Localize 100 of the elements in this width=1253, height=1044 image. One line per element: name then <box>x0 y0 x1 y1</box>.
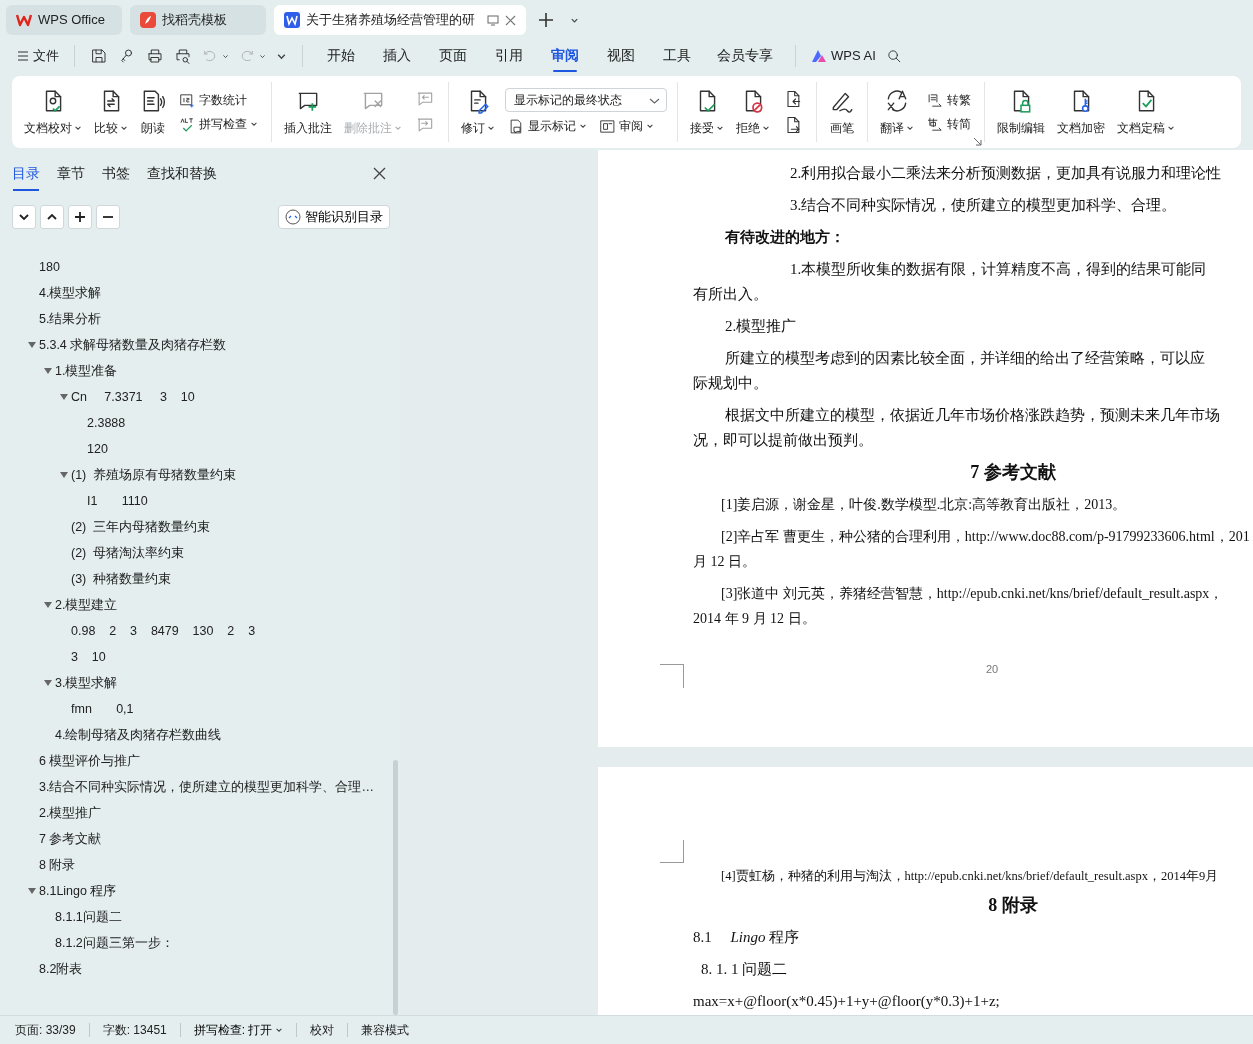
monitor-icon <box>487 14 499 26</box>
ribbon-button[interactable]: 审阅 <box>596 116 657 136</box>
outline-item[interactable]: 2.模型建立 <box>0 592 400 618</box>
outline-item[interactable]: 8.1.2问题三第一步： <box>0 930 400 956</box>
plus-icon <box>73 210 87 224</box>
outline-tool-button[interactable] <box>96 205 120 229</box>
outline-item[interactable]: 4.绘制母猪及肉猪存栏数曲线 <box>0 722 400 748</box>
outline-item[interactable]: 3.结合不同种实际情况，使所建立的模型更加科学、合理… <box>0 774 400 800</box>
ribbon-button[interactable]: 画笔 <box>823 85 861 139</box>
outline-item[interactable]: I1 1110 <box>0 488 400 514</box>
ribbon-button[interactable]: 文档校对 <box>18 85 88 139</box>
panel-tab[interactable]: 章节 <box>57 158 85 188</box>
status-item: 页面: 33/39 <box>14 1022 77 1039</box>
page-number: 20 <box>986 664 999 675</box>
corner-mark <box>660 664 684 688</box>
ribbon-button[interactable]: 插入批注 <box>278 85 338 139</box>
search-icon <box>885 47 903 65</box>
counter-icon <box>179 91 196 109</box>
menu-tab[interactable]: 视图 <box>593 41 649 71</box>
status-item[interactable]: 校对 <box>307 1021 338 1039</box>
dropdown-field[interactable]: 显示标记的最终状态 <box>505 88 667 112</box>
panel-tab[interactable]: 目录 <box>12 158 40 188</box>
subsection-heading: 8.1 Lingo 程序 <box>693 928 801 947</box>
app-icon <box>140 12 156 28</box>
ribbon-button[interactable]: 显示标记 <box>505 116 590 136</box>
outline-item[interactable]: 5.结果分析 <box>0 306 400 332</box>
outline-item[interactable]: fmn 0,1 <box>0 696 400 722</box>
redo-icon <box>239 48 255 64</box>
convert-icon <box>927 91 944 109</box>
plus-icon <box>538 12 554 28</box>
outline-item[interactable]: Cn 7.3371 3 10 <box>0 384 400 410</box>
paragraph: 有待改进的地方： <box>724 228 846 247</box>
menu-tab[interactable]: 页面 <box>425 41 481 71</box>
ribbon-button[interactable]: 字数统计 <box>176 90 250 110</box>
outline-item[interactable]: 2.模型推广 <box>0 800 400 826</box>
outline-item[interactable]: (1) 养殖场原有母猪数量约束 <box>0 462 400 488</box>
smart-toc-button[interactable]: 智能识别目录 <box>278 205 390 229</box>
outline-item[interactable]: 5.3.4 求解母猪数量及肉猪存栏数 <box>0 332 400 358</box>
app-tab[interactable]: 关于生猪养殖场经营管理的研 <box>274 5 526 35</box>
paragraph: 1.本模型所收集的数据有限，计算精度不高，得到的结果可能同 有所出入。 <box>693 260 1208 304</box>
outline-item[interactable]: 180 <box>0 254 400 280</box>
ribbon-button[interactable]: 转简 <box>924 114 974 134</box>
ribbon-button[interactable]: 拒绝 <box>730 85 776 139</box>
outline-tool-button[interactable] <box>68 205 92 229</box>
ribbon-button[interactable]: 修订 <box>455 85 501 139</box>
outline-item[interactable]: (2) 母猪淘汰率约束 <box>0 540 400 566</box>
scrollbar[interactable] <box>393 760 398 1015</box>
outline-item[interactable]: 1.模型准备 <box>0 358 400 384</box>
outline-item[interactable]: 8.1.1问题二 <box>0 904 400 930</box>
outline-item[interactable]: 0.98 2 3 8479 130 2 3 <box>0 618 400 644</box>
outline-item[interactable]: 3.模型求解 <box>0 670 400 696</box>
outline-item[interactable]: (3) 种猪数量约束 <box>0 566 400 592</box>
undo-icon <box>202 48 218 64</box>
status-item[interactable]: 拼写检查: 打开 <box>190 1021 287 1039</box>
ribbon-button[interactable]: 拼写检查 <box>176 114 261 134</box>
reference-entry: [3]张道中 刘元英，养猪经营智慧，http://epub.cnki.net/kns/brief/default_result.aspx， 2014 年 9 月 12 日。 <box>693 585 1225 628</box>
document-app-icon <box>284 12 300 28</box>
outline-item[interactable]: 8.1Lingo 程序 <box>0 878 400 904</box>
ribbon-button[interactable]: 接受 <box>684 85 730 139</box>
panel-icon <box>599 117 616 135</box>
ribbon-button[interactable]: 限制编辑 <box>991 85 1051 139</box>
panel-tab[interactable]: 书签 <box>102 158 130 188</box>
reference-entry: [1]姜启源，谢金星，叶俊.数学模型.北京:高等教育出版社，2013。 <box>720 496 1128 514</box>
outline-item[interactable]: (2) 三年内母猪数量约束 <box>0 514 400 540</box>
outline-tool-button[interactable] <box>12 205 36 229</box>
outline-item[interactable]: 6 模型评价与推广 <box>0 748 400 774</box>
paragraph: 2.模型推广 <box>724 317 798 336</box>
ribbon-button[interactable]: 文档加密 <box>1051 85 1111 139</box>
ai-button[interactable]: WPS AI <box>806 44 881 68</box>
menu-tab[interactable]: 会员专享 <box>705 41 785 71</box>
section-heading: 7 参考文献 <box>969 461 1057 484</box>
menu-tab[interactable]: 引用 <box>481 41 537 71</box>
ribbon-button[interactable]: 朗读 <box>134 85 172 139</box>
status-item[interactable]: 兼容模式 <box>358 1021 413 1039</box>
outline-item[interactable]: 120 <box>0 436 400 462</box>
menu-tab[interactable]: 插入 <box>369 41 425 71</box>
outline-item[interactable]: 4.模型求解 <box>0 280 400 306</box>
ribbon-button[interactable]: 比较 <box>88 85 134 139</box>
app-tab[interactable]: 找稻壳模板 <box>130 5 266 35</box>
menu-tab[interactable]: 开始 <box>313 41 369 71</box>
close-icon <box>373 166 386 180</box>
outline-item[interactable]: 2.3888 <box>0 410 400 436</box>
outline-item[interactable]: 3 10 <box>0 644 400 670</box>
ribbon-button[interactable]: 文档定稿 <box>1111 85 1181 139</box>
panel-tab[interactable]: 查找和替换 <box>147 158 217 188</box>
outline-item[interactable]: 8 附录 <box>0 852 400 878</box>
menu-tab[interactable]: 工具 <box>649 41 705 71</box>
outline-item[interactable]: 8.2附表 <box>0 956 400 982</box>
reference-entry: [2]辛占军 曹更生，种公猪的合理利用，http://www.doc88.com/p-91799233606.html，201 月 12 日。 <box>693 528 1251 571</box>
outline-tool-button[interactable] <box>40 205 64 229</box>
menu-tab[interactable]: 审阅 <box>537 41 593 71</box>
file-menu[interactable]: 文件 <box>12 44 64 68</box>
ribbon-button[interactable]: 转繁 <box>924 90 974 110</box>
app-tab[interactable]: WPS Office <box>6 5 122 35</box>
paragraph: 根据文中所建立的模型，依据近几年市场价格涨跌趋势，预测未来几年市场 况，即可以提前做出预判。 <box>693 406 1221 450</box>
ai-logo-icon <box>811 49 827 63</box>
outline-item[interactable]: 7 参考文献 <box>0 826 400 852</box>
reference-entry: [4]贾虹杨，种猪的利用与淘汰，http://epub.cnki.net/kns/brief/default_result.aspx，2014年9月 <box>720 868 1220 885</box>
caret-icon <box>259 52 266 60</box>
ribbon-button[interactable]: 翻译 <box>874 85 920 139</box>
